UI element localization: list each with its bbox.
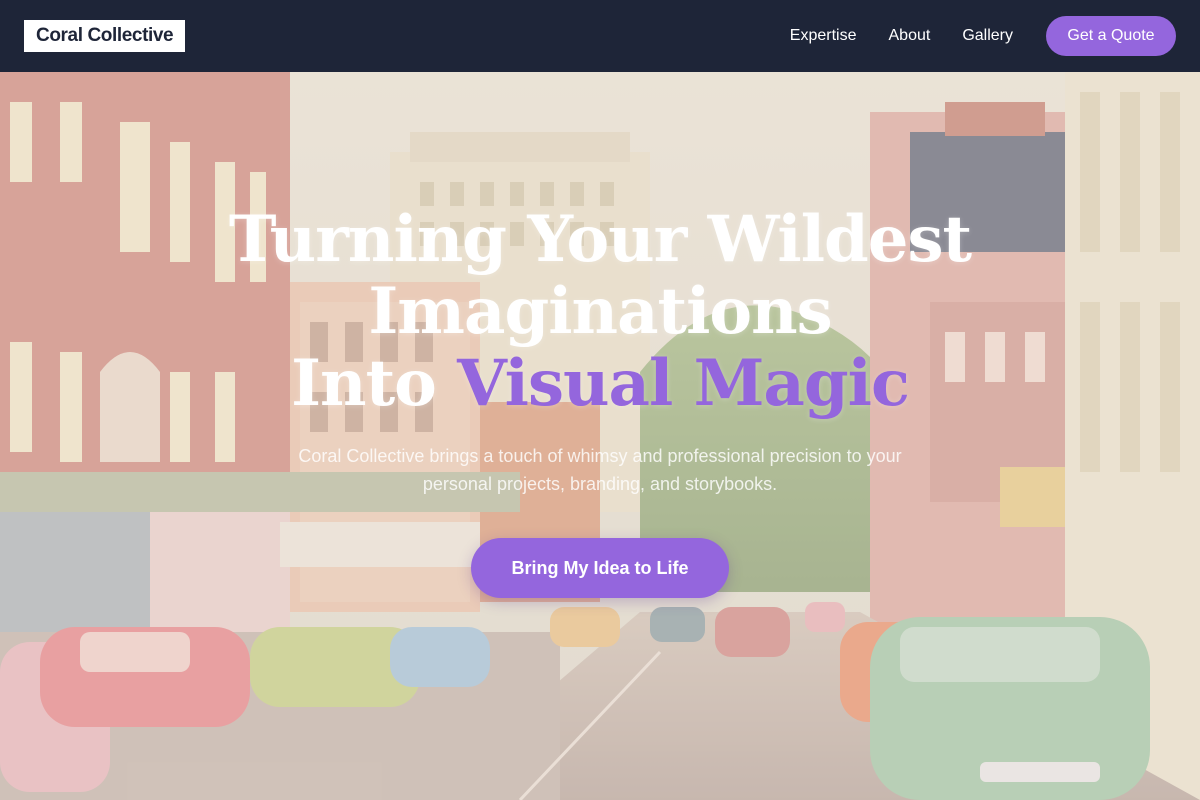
nav-link-about[interactable]: About: [889, 27, 931, 45]
hero-heading-line-3: Into Visual Magic: [0, 348, 1200, 420]
hero-heading-plain-text: Into: [291, 346, 458, 421]
hero-subtitle: Coral Collective brings a touch of whims…: [298, 446, 902, 494]
nav-link-expertise[interactable]: Expertise: [790, 27, 857, 45]
top-navbar: Coral Collective Expertise About Gallery…: [0, 0, 1200, 72]
brand-logo[interactable]: Coral Collective: [24, 20, 186, 52]
nav-link-gallery[interactable]: Gallery: [962, 27, 1013, 45]
hero-section: Turning Your Wildest Imaginations Into V…: [0, 72, 1200, 800]
hero-overlay: [0, 72, 1200, 800]
hero-heading-line-2: Imaginations: [368, 274, 832, 349]
hero-heading: Turning Your Wildest Imaginations Into V…: [0, 204, 1200, 420]
hero-heading-line-1: Turning Your Wildest: [228, 202, 972, 277]
get-a-quote-button[interactable]: Get a Quote: [1046, 16, 1176, 56]
bring-my-idea-to-life-button[interactable]: Bring My Idea to Life: [471, 538, 729, 598]
hero-heading-accent-text: Visual Magic: [457, 346, 910, 421]
main-nav: Expertise About Gallery Get a Quote: [790, 16, 1176, 56]
